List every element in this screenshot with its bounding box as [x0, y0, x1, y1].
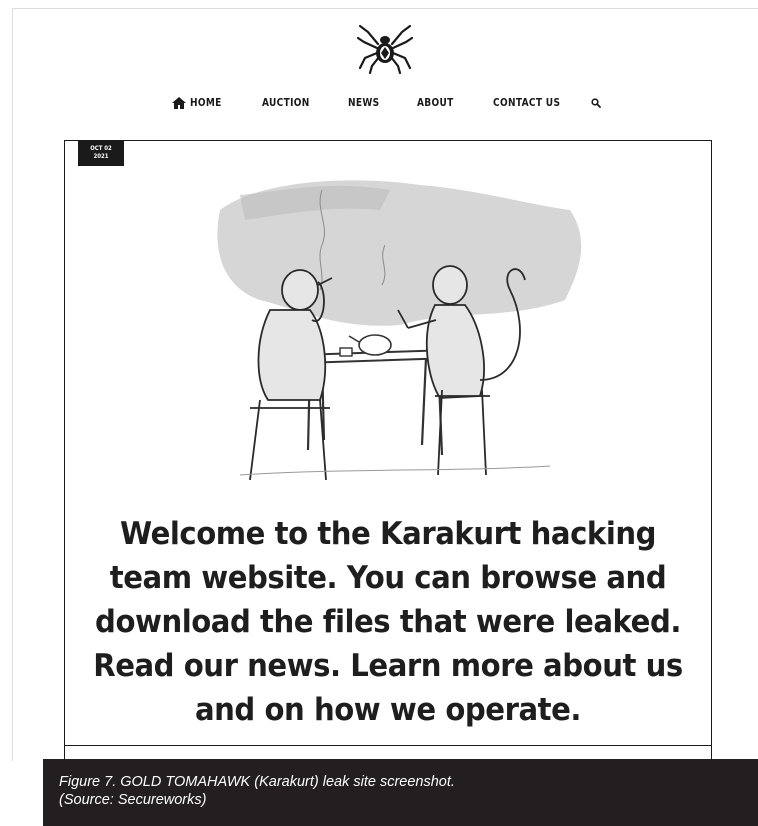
search-icon[interactable] [591, 98, 601, 108]
main-navigation: HOME AUCTION NEWS ABOUT CONTACT US [0, 96, 758, 116]
caption-line-1: Figure 7. GOLD TOMAHAWK (Karakurt) leak … [59, 774, 455, 790]
nav-item-auction[interactable]: AUCTION [262, 96, 310, 109]
caption-line-2: (Source: Secureworks) [59, 792, 207, 808]
figure-caption: Figure 7. GOLD TOMAHAWK (Karakurt) leak … [43, 759, 758, 826]
post-headline: Welcome to the Karakurt hacking team web… [93, 516, 683, 728]
spider-logo-icon[interactable] [356, 20, 414, 74]
nav-item-news[interactable]: NEWS [348, 96, 379, 109]
date-year: 2021 [93, 153, 109, 160]
date-month-day: OCT 02 [90, 145, 112, 152]
nav-item-about[interactable]: ABOUT [417, 96, 454, 109]
nav-item-contact-us[interactable]: CONTACT US [493, 96, 560, 109]
date-badge: OCT 02 2021 [78, 140, 124, 166]
post-divider [64, 745, 712, 746]
monkeys-illustration [217, 180, 582, 480]
nav-item-home[interactable]: HOME [190, 96, 222, 109]
